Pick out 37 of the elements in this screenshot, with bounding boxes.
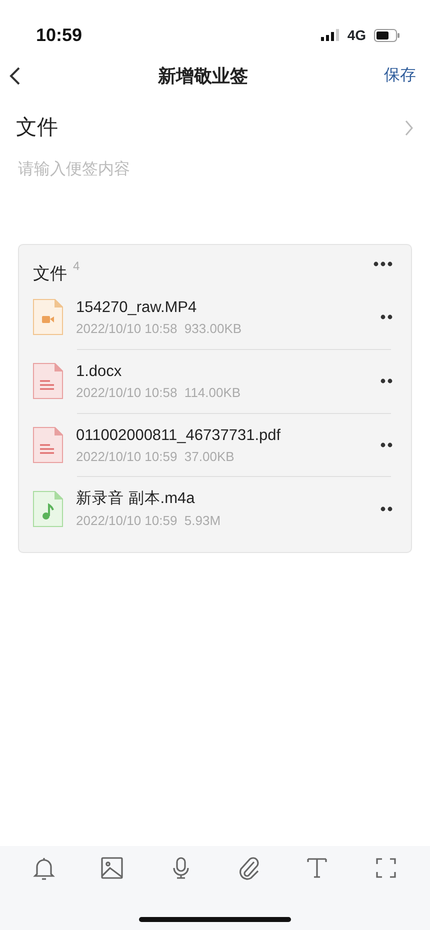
network-label: 4G — [347, 26, 366, 44]
more-icon — [380, 314, 393, 320]
file-row[interactable]: 1.docx 2022/10/10 10:58 114.00KB — [19, 350, 411, 412]
status-time: 10:59 — [36, 24, 82, 46]
file-name: 1.docx — [76, 362, 123, 382]
file-meta: 2022/10/10 10:59 5.93M — [76, 512, 222, 530]
more-icon — [380, 442, 393, 448]
file-row[interactable]: 新录音 副本.m4a 2022/10/10 10:59 5.93M — [19, 477, 411, 540]
fullscreen-icon[interactable] — [374, 856, 398, 880]
back-icon — [8, 66, 22, 86]
file-count: 4 — [73, 258, 80, 274]
file-row[interactable]: 011002000811_46737731.pdf 2022/10/10 10:59 37.00KB — [19, 414, 411, 476]
document-file-icon — [33, 363, 63, 400]
more-icon — [373, 260, 393, 266]
more-icon — [380, 378, 393, 384]
music-file-icon — [33, 490, 63, 527]
bell-icon[interactable] — [32, 856, 56, 880]
section-title: 文件 — [33, 262, 67, 284]
file-meta: 2022/10/10 10:59 37.00KB — [76, 448, 236, 466]
document-file-icon — [33, 426, 63, 463]
file-meta: 2022/10/10 10:58 114.00KB — [76, 384, 242, 402]
folder-label: 文件 — [16, 115, 58, 141]
more-icon — [380, 506, 393, 512]
file-name: 011002000811_46737731.pdf — [76, 426, 282, 446]
file-row[interactable]: 154270_raw.MP4 2022/10/10 10:58 933.00KB — [19, 286, 411, 349]
file-name: 新录音 副本.m4a — [76, 489, 196, 510]
signal-icon — [321, 29, 340, 41]
save-button[interactable]: 保存 — [384, 64, 416, 88]
page-title: 新增敬业签 — [156, 64, 249, 88]
file-name: 154270_raw.MP4 — [76, 298, 198, 318]
back-button[interactable] — [8, 66, 22, 86]
paperclip-icon[interactable] — [237, 856, 262, 880]
video-file-icon — [33, 299, 63, 336]
battery-icon — [374, 28, 400, 42]
file-meta: 2022/10/10 10:58 933.00KB — [76, 320, 243, 338]
image-icon[interactable] — [100, 856, 124, 880]
text-format-icon[interactable] — [305, 856, 330, 880]
